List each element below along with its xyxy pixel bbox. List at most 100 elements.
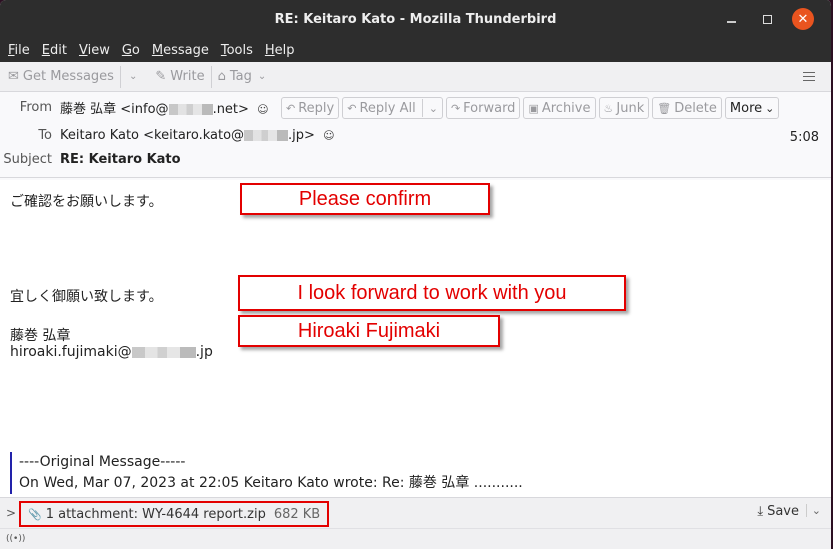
forward-icon: ↷ (450, 101, 461, 115)
signature-email-suffix: .jp (195, 344, 213, 360)
message-action-buttons: ↶ Reply ↶ Reply All ⌄ ↷ Forward ▣ Archive ♨ Ju… (281, 97, 780, 119)
close-button[interactable]: ✕ (785, 0, 821, 38)
chevron-down-icon[interactable]: ⌄ (429, 102, 438, 115)
window-title: RE: Keitaro Kato - Mozilla Thunderbird (274, 11, 557, 27)
menu-tools[interactable]: Tools (221, 43, 253, 58)
menu-mnemonic: M (151, 42, 164, 58)
toolbar-divider (119, 65, 121, 88)
to-email-prefix: <keitaro.kato@ (143, 128, 245, 143)
menu-mnemonic: H (264, 42, 275, 58)
quote-header: ----Original Message----- (19, 454, 186, 470)
tag-icon: ⌂ (217, 69, 226, 84)
write-label: Write (170, 69, 205, 84)
paperclip-icon: 📎 (28, 507, 42, 521)
save-dropdown[interactable]: ⌄ (805, 504, 821, 517)
attachment-toggle[interactable]: > (6, 506, 16, 520)
annotation-name: Hiroaki Fujimaki (238, 315, 500, 347)
divider (421, 99, 423, 117)
attachment-item[interactable]: 📎 1 attachment: WY-4644 report.zip 682 K… (19, 501, 329, 527)
body-line-regards: 宜しく御願い致します。 (10, 289, 163, 305)
minimize-button[interactable] (713, 0, 749, 38)
menu-label: iew (87, 42, 110, 58)
menu-mnemonic: E (41, 42, 50, 58)
get-messages-icon: ✉ (8, 69, 19, 84)
close-icon: ✕ (792, 8, 814, 30)
menu-file[interactable]: File (8, 43, 30, 58)
attachment-bar: > 📎 1 attachment: WY-4644 report.zip 682… (0, 497, 831, 528)
hamburger-icon-line (803, 71, 815, 73)
save-label: Save (767, 504, 799, 519)
menu-mnemonic: G (121, 42, 132, 58)
junk-button[interactable]: ♨ Junk (598, 97, 650, 119)
contact-icon[interactable]: ☺ (257, 103, 268, 116)
pencil-icon: ✎ (155, 69, 167, 84)
attachment-label: 1 attachment: WY-4644 report.zip (45, 506, 266, 522)
quote-line: On Wed, Mar 07, 2023 at 22:05 Keitaro Ka… (19, 475, 523, 491)
redacted-domain (244, 130, 289, 141)
forward-label: Forward (463, 100, 516, 116)
to-value[interactable]: Keitaro Kato <keitaro.kato@ .jp> ☺ (60, 128, 335, 143)
delete-button[interactable]: 🗑 Delete (652, 97, 722, 119)
reply-icon: ↶ (286, 101, 296, 115)
reply-all-button[interactable]: ↶ Reply All ⌄ (342, 97, 443, 119)
chevron-down-icon: ⌄ (257, 71, 267, 82)
status-bar: ((•)) (0, 528, 831, 549)
archive-button[interactable]: ▣ Archive (523, 97, 596, 119)
reply-label: Reply (298, 100, 335, 116)
get-messages-button[interactable]: ✉ Get Messages (8, 69, 114, 84)
subject-label: Subject (3, 152, 52, 167)
archive-label: Archive (541, 100, 591, 116)
hamburger-icon-line (803, 79, 815, 81)
get-messages-label: Get Messages (22, 69, 114, 84)
redacted-domain (131, 346, 196, 358)
menu-help[interactable]: Help (265, 43, 295, 58)
more-label: More (729, 100, 763, 116)
forward-button[interactable]: ↷ Forward (445, 97, 521, 119)
download-icon: ⤓ (757, 504, 764, 519)
minimize-icon (726, 21, 736, 23)
menu-bar: File Edit View Go Message Tools Help (0, 38, 831, 62)
activity-icon[interactable]: ((•)) (6, 534, 25, 544)
menu-label: o (131, 42, 140, 58)
message-time: 5:08 (789, 130, 819, 145)
from-value[interactable]: 藤巻 弘章 <info@ .net> ☺ (60, 98, 269, 117)
main-toolbar: ✉ Get Messages ⌄ ✎ Write ⌂ Tag ⌄ (0, 62, 831, 92)
thunderbird-window: RE: Keitaro Kato - Mozilla Thunderbird ✕… (0, 0, 833, 549)
archive-icon: ▣ (528, 101, 539, 115)
junk-icon: ♨ (603, 101, 614, 115)
toolbar-divider (210, 65, 212, 88)
annotation-look-forward: I look forward to work with you (238, 275, 626, 311)
menu-go[interactable]: Go (122, 43, 140, 58)
tag-button[interactable]: ⌂ Tag ⌄ (218, 69, 267, 84)
junk-label: Junk (616, 100, 645, 116)
app-menu-button[interactable] (803, 69, 815, 84)
reply-all-label: Reply All (359, 100, 416, 116)
signature-email[interactable]: hiroaki.fujimaki@ .jp (10, 344, 213, 360)
menu-edit[interactable]: Edit (42, 43, 67, 58)
delete-label: Delete (674, 100, 717, 116)
signature-email-prefix: hiroaki.fujimaki@ (10, 344, 132, 360)
more-button[interactable]: More ⌄ (724, 97, 780, 119)
subject-value: RE: Keitaro Kato (60, 152, 181, 167)
message-body: ご確認をお願いします。 宜しく御願い致します。 藤巻 弘章 hiroaki.fu… (0, 180, 831, 497)
trash-icon: 🗑 (657, 101, 672, 115)
to-row: To Keitaro Kato <keitaro.kato@ .jp> ☺ (0, 128, 335, 143)
menu-label: ile (14, 42, 30, 58)
menu-label: dit (50, 42, 67, 58)
hamburger-icon-line (803, 75, 815, 77)
menu-view[interactable]: View (79, 43, 110, 58)
save-button[interactable]: ⤓ Save (757, 504, 799, 519)
signature-name: 藤巻 弘章 (10, 328, 71, 344)
maximize-button[interactable] (749, 0, 785, 38)
contact-icon[interactable]: ☺ (323, 129, 334, 142)
write-button[interactable]: ✎ Write (155, 69, 204, 84)
menu-mnemonic: V (78, 42, 88, 58)
reply-button[interactable]: ↶ Reply (281, 97, 340, 119)
message-header: From 藤巻 弘章 <info@ .net> ☺ ↶ Reply ↶ Reply A… (0, 92, 831, 178)
body-line-confirm: ご確認をお願いします。 (10, 194, 163, 210)
from-email-suffix: .net> (212, 102, 249, 117)
menu-message[interactable]: Message (152, 43, 209, 58)
subject-row: Subject RE: Keitaro Kato (0, 152, 181, 167)
get-messages-dropdown[interactable]: ⌄ (129, 71, 137, 82)
from-email-prefix: <info@ (120, 102, 169, 117)
